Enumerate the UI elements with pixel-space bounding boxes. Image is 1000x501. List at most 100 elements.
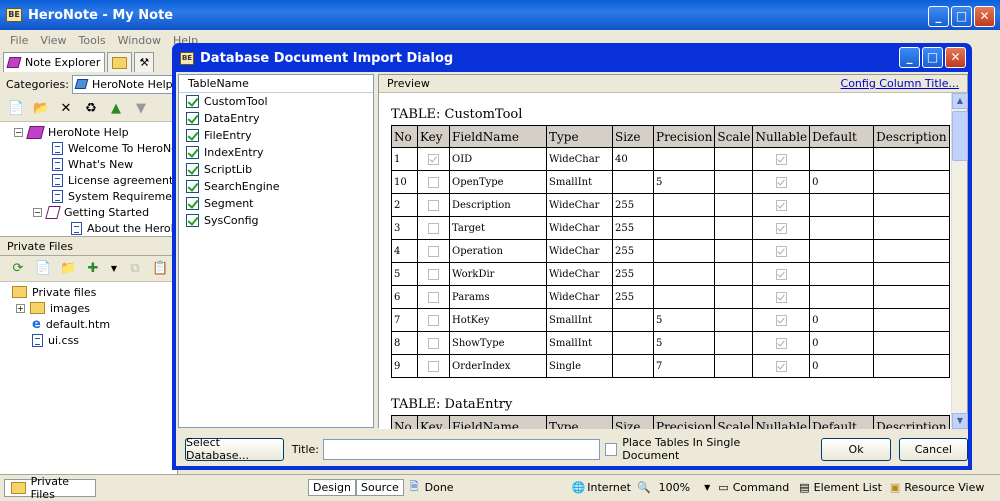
nullable-cell (752, 147, 811, 171)
move-up-icon[interactable]: ▲ (108, 101, 124, 117)
recycle-icon[interactable]: ♻ (83, 101, 99, 117)
dialog-minimize-button[interactable]: _ (899, 47, 920, 68)
menu-window[interactable]: Window (118, 34, 161, 47)
paste-icon[interactable]: 📋 (152, 261, 168, 277)
copy-icon[interactable]: ⧉ (127, 261, 143, 277)
tree-node[interactable]: − Getting Started (33, 204, 149, 220)
file-node[interactable]: e default.htm (32, 316, 110, 332)
open-folder-icon[interactable]: 📂 (33, 101, 49, 117)
single-document-checkbox[interactable] (604, 442, 618, 456)
nullable-checkbox (775, 222, 787, 234)
cancel-button[interactable]: Cancel (898, 437, 968, 461)
preview-scrollbar[interactable]: ▲ ▼ (951, 93, 968, 429)
scroll-up-icon[interactable]: ▲ (952, 93, 968, 109)
tree-node[interactable]: What's New (52, 156, 133, 172)
table-list-item[interactable]: CustomTool (179, 93, 373, 110)
right-edge-panel (968, 50, 1000, 474)
no-cell: 1 (391, 147, 418, 171)
dialog-close-button[interactable]: ✕ (945, 47, 966, 68)
dialog-button-bar: Select Database... Title: Place Tables I… (176, 432, 968, 466)
default-cell: 0 (809, 354, 875, 378)
tab-tools[interactable]: ⚒ (134, 52, 155, 72)
table-checkbox[interactable] (186, 129, 199, 142)
table-checkbox[interactable] (186, 95, 199, 108)
table-checkbox[interactable] (186, 163, 199, 176)
categories-value: HeroNote Help (92, 77, 173, 91)
field-cell: HotKey (449, 308, 547, 332)
status-bar: Design Source 🗎 Done 🌐 Internet 🔍 100% ▼ ▭ Co… (304, 474, 1000, 500)
dropdown-arrow-icon[interactable]: ▼ (110, 261, 118, 277)
element-list-tab[interactable]: ▤ Element List (799, 481, 882, 494)
delete-icon[interactable]: ✕ (58, 101, 74, 117)
select-database-button[interactable]: Select Database... (185, 436, 284, 462)
tree-node[interactable]: System Requirements (52, 188, 189, 204)
private-files-header: Private Files (0, 236, 177, 256)
categories-select[interactable]: HeroNote Help (72, 74, 177, 94)
table-list-item[interactable]: FileEntry (179, 127, 373, 144)
dialog-title: Database Document Import Dialog (200, 50, 454, 66)
tab-folders[interactable] (107, 52, 133, 72)
dialog-maximize-button[interactable]: □ (922, 47, 943, 68)
key-checkbox (428, 222, 439, 234)
expand-icon[interactable]: + (16, 303, 25, 313)
preview-header: Preview Config Column Title... (379, 75, 967, 93)
collapse-icon[interactable]: − (33, 207, 42, 217)
tree-node[interactable]: Welcome To HeroNote (52, 140, 189, 156)
column-header: Precision (652, 125, 716, 148)
collapse-icon[interactable]: − (14, 127, 23, 137)
tree-node[interactable]: License agreement (52, 172, 173, 188)
new-note-icon[interactable]: 📄 (8, 101, 24, 117)
column-header: Nullable (752, 125, 811, 148)
table-checkbox[interactable] (186, 146, 199, 159)
type-cell: SmallInt (546, 308, 613, 332)
file-label: Private files (32, 285, 97, 299)
menu-view[interactable]: View (40, 34, 66, 47)
new-folder-icon[interactable]: 📁 (60, 261, 76, 277)
table-name: FileEntry (204, 129, 252, 142)
dropdown-arrow-icon[interactable]: ▼ (704, 483, 710, 492)
refresh-icon[interactable]: ⟳ (10, 261, 26, 277)
ok-button[interactable]: Ok (821, 437, 891, 461)
table-checkbox[interactable] (186, 112, 199, 125)
design-tab[interactable]: Design (308, 479, 356, 496)
table-list-item[interactable]: ScriptLib (179, 161, 373, 178)
minimize-button[interactable]: _ (928, 6, 949, 27)
table-list-item[interactable]: SysConfig (179, 212, 373, 229)
maximize-button[interactable]: □ (951, 6, 972, 27)
table-checkbox[interactable] (186, 214, 199, 227)
close-button[interactable]: ✕ (974, 6, 995, 27)
new-file-icon[interactable]: 📄 (35, 261, 51, 277)
source-tab[interactable]: Source (355, 479, 404, 496)
dialog-title-bar: BE Database Document Import Dialog (176, 43, 968, 73)
preview-label: Preview (387, 77, 430, 90)
add-icon[interactable]: ✚ (85, 261, 101, 277)
type-cell: WideChar (546, 239, 613, 263)
table-list-item[interactable]: SearchEngine (179, 178, 373, 195)
tree-node-root[interactable]: − HeroNote Help (14, 124, 129, 140)
desc-cell (873, 170, 950, 194)
table-list-item[interactable]: Segment (179, 195, 373, 212)
table-name: IndexEntry (204, 146, 264, 159)
table-list-item[interactable]: IndexEntry (179, 144, 373, 161)
page-status: 🗎 Done (410, 478, 454, 497)
scroll-thumb[interactable] (952, 111, 968, 161)
file-node[interactable]: ui.css (32, 332, 79, 348)
table-list-item[interactable]: DataEntry (179, 110, 373, 127)
tools-icon: ⚒ (139, 56, 150, 69)
menu-tools[interactable]: Tools (79, 34, 106, 47)
resource-view-tab[interactable]: ▣ Resource View (890, 481, 984, 494)
private-files-tab[interactable]: Private Files (4, 475, 96, 501)
menu-file[interactable]: File (10, 34, 28, 47)
file-node[interactable]: + images (16, 300, 90, 316)
move-down-icon[interactable]: ▼ (133, 101, 149, 117)
command-tab[interactable]: ▭ Command (718, 481, 789, 494)
table-checkbox[interactable] (186, 197, 199, 210)
select-database-label: Select Database... (186, 436, 249, 462)
zoom-control[interactable]: 🔍 100% ▼ (637, 481, 710, 494)
file-node-root[interactable]: Private files (12, 284, 96, 300)
table-checkbox[interactable] (186, 180, 199, 193)
title-input[interactable] (322, 438, 600, 460)
scroll-down-icon[interactable]: ▼ (952, 413, 968, 429)
config-column-title-link[interactable]: Config Column Title... (841, 77, 959, 90)
tab-note-explorer[interactable]: Note Explorer (3, 52, 106, 72)
